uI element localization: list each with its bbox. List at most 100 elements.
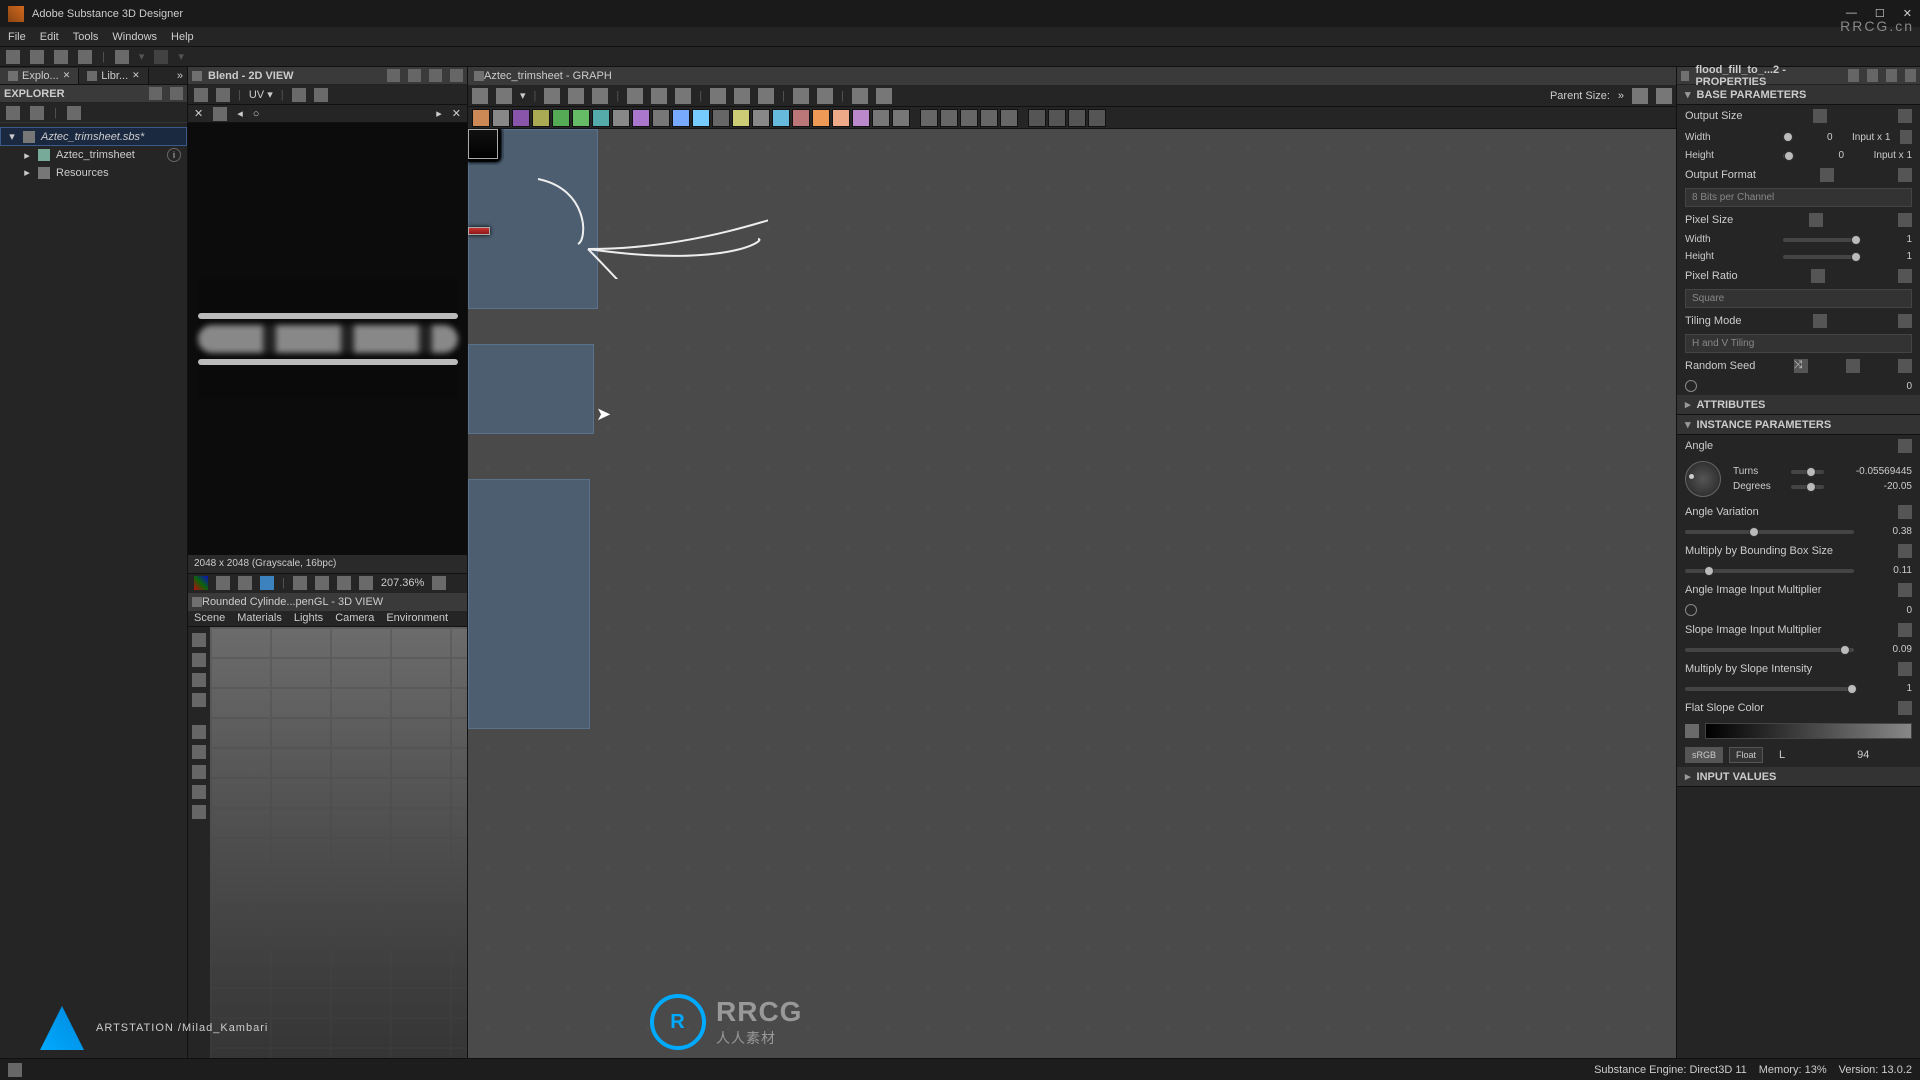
angleimg-radio[interactable]	[1685, 604, 1697, 616]
tab-explorer[interactable]: Explo... ✕	[0, 68, 79, 84]
pal-text[interactable]	[732, 109, 750, 127]
color-gradient[interactable]	[1705, 723, 1912, 739]
v3d-lights[interactable]: Lights	[294, 612, 323, 624]
menu-icon[interactable]	[1898, 168, 1912, 182]
pal-f3[interactable]	[960, 109, 978, 127]
eyedropper-icon[interactable]	[1685, 724, 1699, 738]
uv-dropdown[interactable]: UV ▾	[249, 88, 273, 101]
reset-icon[interactable]	[1811, 269, 1825, 283]
layers-icon[interactable]	[314, 88, 328, 102]
link-icon[interactable]	[194, 88, 208, 102]
info-toggle-icon[interactable]	[292, 88, 306, 102]
info-icon[interactable]: i	[167, 148, 181, 162]
turns-slider[interactable]	[1791, 470, 1824, 474]
section-base-params[interactable]: ▾BASE PARAMETERS	[1677, 85, 1920, 105]
menu-windows[interactable]: Windows	[112, 31, 157, 43]
panel-dock-icon[interactable]	[149, 87, 162, 100]
graph-frame[interactable]	[468, 479, 590, 729]
props-close-icon[interactable]	[1905, 69, 1916, 82]
bbox-slider[interactable]	[1685, 569, 1854, 573]
section-attributes[interactable]: ▸ATTRIBUTES	[1677, 395, 1920, 415]
props-max-icon[interactable]	[1867, 69, 1878, 82]
pal-e5[interactable]	[892, 109, 910, 127]
menu-icon[interactable]	[1898, 314, 1912, 328]
menu-icon[interactable]	[1898, 583, 1912, 597]
srgb-button[interactable]: sRGB	[1685, 747, 1723, 763]
parent-size-dropdown[interactable]: »	[1618, 90, 1624, 102]
reset-icon[interactable]	[359, 576, 373, 590]
gt-snap-icon[interactable]	[852, 88, 868, 104]
nav-rec-icon[interactable]: ○	[253, 108, 260, 120]
v3d-materials[interactable]: Materials	[237, 612, 282, 624]
reset-icon[interactable]	[1813, 314, 1827, 328]
camera-icon[interactable]	[216, 88, 230, 102]
minimize-icon[interactable]: —	[1846, 7, 1857, 20]
tabs-overflow-icon[interactable]: »	[177, 70, 187, 82]
gt-preview-icon[interactable]	[793, 88, 809, 104]
float-button[interactable]: Float	[1729, 747, 1763, 763]
gt-align1-icon[interactable]	[627, 88, 643, 104]
section-instance-params[interactable]: ▾INSTANCE PARAMETERS	[1677, 415, 1920, 435]
gt-cut-icon[interactable]	[734, 88, 750, 104]
menu-icon[interactable]	[1898, 213, 1912, 227]
pal-f5[interactable]	[1000, 109, 1018, 127]
pal-warp[interactable]	[792, 109, 810, 127]
ratio-dropdown[interactable]: Square	[1685, 289, 1912, 308]
v3d-tool1-icon[interactable]	[192, 633, 206, 647]
menu-icon[interactable]	[1898, 662, 1912, 676]
open-folder-icon[interactable]	[54, 50, 68, 64]
reset-icon[interactable]	[1820, 168, 1834, 182]
tree-file-root[interactable]: ▾ Aztec_trimsheet.sbs*	[0, 127, 187, 146]
tree-graph-item[interactable]: ▸ Aztec_trimsheet i	[0, 146, 187, 164]
fit-icon[interactable]	[337, 576, 351, 590]
graph-node[interactable]	[468, 129, 498, 159]
menu-icon[interactable]	[1898, 439, 1912, 453]
gt-link-icon[interactable]	[710, 88, 726, 104]
slope-slider[interactable]	[1685, 648, 1854, 652]
menu-icon[interactable]	[1898, 701, 1912, 715]
view2d-pin-icon[interactable]	[387, 69, 400, 82]
home-icon[interactable]	[6, 50, 20, 64]
open-icon[interactable]	[30, 50, 44, 64]
nav-clear-icon[interactable]: ✕	[194, 107, 203, 120]
view2d-close-icon[interactable]	[450, 69, 463, 82]
v3d-tool2-icon[interactable]	[192, 653, 206, 667]
v3d-camera-icon[interactable]	[192, 693, 206, 707]
gt-dropdown[interactable]: ▾	[520, 89, 526, 102]
pal-levels[interactable]	[652, 109, 670, 127]
menu-help[interactable]: Help	[171, 31, 194, 43]
v3d-sphere-icon[interactable]	[192, 765, 206, 779]
v3d-scene[interactable]: Scene	[194, 612, 225, 624]
random-icon[interactable]: ⤨	[1794, 359, 1808, 373]
nav-end-icon[interactable]: ✕	[452, 107, 461, 120]
height-slider[interactable]	[1783, 154, 1786, 158]
zoom-value[interactable]: 207.36%	[381, 577, 424, 589]
nav-play-icon[interactable]: ▸	[436, 107, 442, 120]
gt-align3-icon[interactable]	[675, 88, 691, 104]
close-icon[interactable]: ✕	[1903, 7, 1912, 20]
redo-icon[interactable]	[154, 50, 168, 64]
bg-icon[interactable]	[260, 576, 274, 590]
gt-align2-icon[interactable]	[651, 88, 667, 104]
v3d-bounds-icon[interactable]	[192, 805, 206, 819]
pal-e1[interactable]	[812, 109, 830, 127]
grid-icon[interactable]	[293, 576, 307, 590]
pal-blend[interactable]	[492, 109, 510, 127]
import-icon[interactable]	[30, 106, 44, 120]
alpha-icon[interactable]	[216, 576, 230, 590]
pal-gray[interactable]	[612, 109, 630, 127]
link-icon[interactable]	[1900, 130, 1912, 144]
format-dropdown[interactable]: 8 Bits per Channel	[1685, 188, 1912, 207]
v3d-axes-icon[interactable]	[192, 785, 206, 799]
view2d-canvas[interactable]	[188, 123, 467, 555]
seed-radio[interactable]	[1685, 380, 1697, 392]
reset-icon[interactable]	[1846, 359, 1860, 373]
pal-sharp[interactable]	[692, 109, 710, 127]
gt-material-icon[interactable]	[817, 88, 833, 104]
pal-channel[interactable]	[532, 109, 550, 127]
maximize-icon[interactable]: ☐	[1875, 7, 1885, 20]
menu-icon[interactable]	[1898, 623, 1912, 637]
pal-g2[interactable]	[1048, 109, 1066, 127]
v3d-env[interactable]: Environment	[386, 612, 448, 624]
pal-dir[interactable]	[552, 109, 570, 127]
